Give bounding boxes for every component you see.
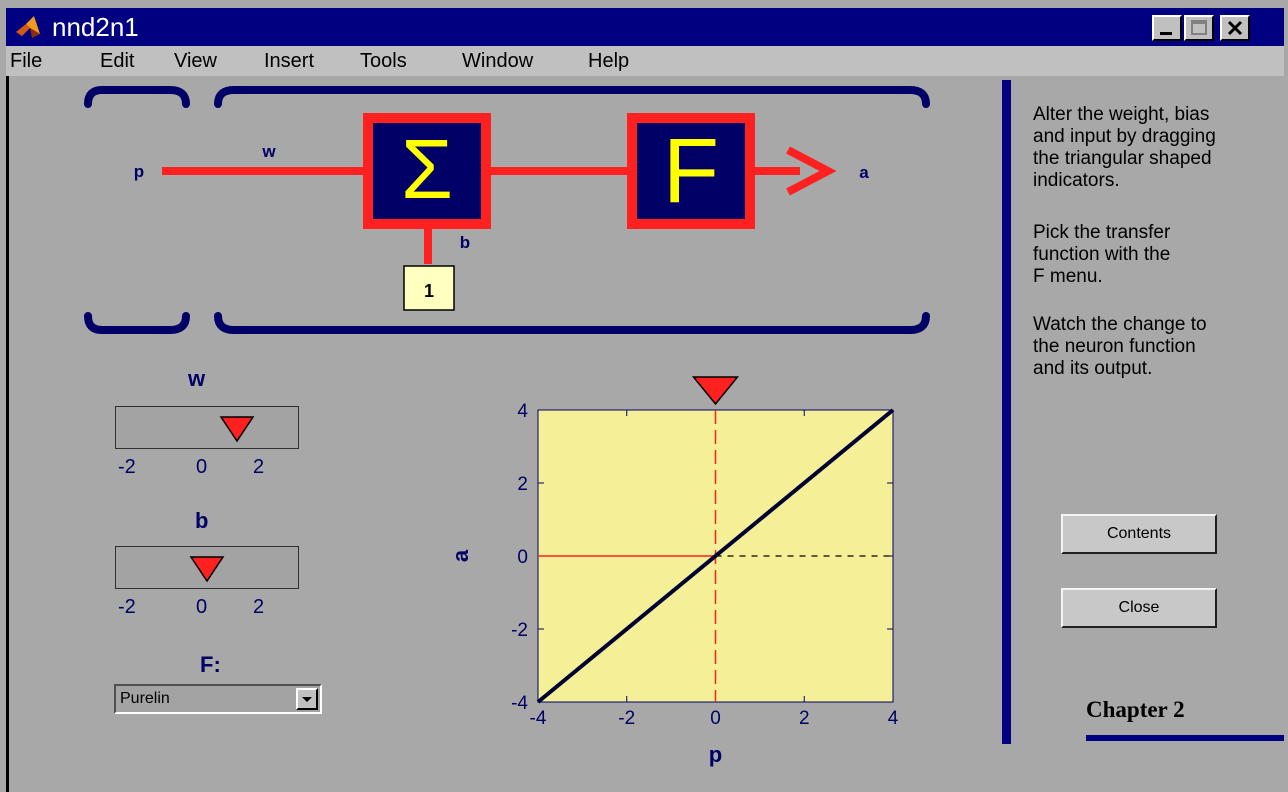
close-icon: [1227, 20, 1243, 36]
maximize-button[interactable]: [1184, 15, 1214, 41]
input-bracket: [84, 86, 190, 334]
menu-bar: File Edit View Insert Tools Window Help: [6, 46, 1284, 76]
minimize-icon: [1160, 32, 1172, 35]
menu-tools[interactable]: Tools: [360, 48, 407, 74]
bias-input-value: 1: [424, 281, 434, 301]
chapter-rule: [1086, 735, 1284, 741]
y-tick-label: -4: [511, 693, 528, 714]
y-tick-label: -2: [511, 620, 528, 641]
neuron-output-chart: -4 -2 0 2 4 4 2 0 -2 -4 p a: [448, 376, 899, 767]
input-marker-triangle: [691, 376, 740, 406]
contents-button[interactable]: Contents: [1061, 514, 1217, 554]
weight-slider-thumb[interactable]: [219, 415, 255, 443]
weight-tick-min: -2: [118, 456, 136, 478]
instruction-transfer: Pick the transfer function with the F me…: [1033, 222, 1171, 287]
minimize-button[interactable]: [1152, 15, 1182, 41]
instruction-watch: Watch the change to the neuron function …: [1033, 314, 1207, 379]
chapter-label: Chapter 2: [1086, 697, 1185, 722]
y-tick-label: 2: [517, 474, 528, 495]
y-axis-label: a: [448, 549, 473, 562]
x-tick-label: 4: [888, 708, 899, 729]
title-bar: nnd2n1: [6, 8, 1284, 46]
transfer-symbol: F: [663, 120, 719, 222]
window-title: nnd2n1: [52, 12, 139, 42]
panel-divider: [1002, 80, 1011, 744]
instruction-drag: Alter the weight, bias and input by drag…: [1033, 104, 1216, 191]
matlab-logo-icon: [16, 16, 40, 38]
neuron-diagram: Σ F 1 p w b a: [84, 86, 930, 334]
bias-tick-mid: 0: [196, 596, 208, 618]
bias-tick-min: -2: [118, 596, 136, 618]
close-button[interactable]: Close: [1061, 588, 1217, 628]
chevron-down-icon: [302, 697, 312, 702]
weight-label: w: [261, 142, 276, 161]
weight-slider[interactable]: [115, 406, 299, 449]
maximize-icon: [1191, 20, 1207, 35]
y-tick-label: 4: [517, 401, 528, 422]
dropdown-button[interactable]: [296, 688, 318, 710]
bias-label: b: [460, 233, 470, 252]
weight-slider-label: w: [188, 366, 206, 391]
menu-file[interactable]: File: [10, 48, 42, 74]
neuron-bracket: [214, 86, 930, 334]
transfer-function-select[interactable]: Purelin: [114, 684, 322, 714]
x-tick-label: 0: [710, 708, 721, 729]
weight-tick-mid: 0: [196, 456, 208, 478]
menu-edit[interactable]: Edit: [100, 48, 134, 74]
bias-tick-max: 2: [253, 596, 265, 618]
sum-symbol: Σ: [401, 122, 453, 216]
transfer-function-label: F:: [200, 652, 221, 677]
x-tick-label: -4: [530, 708, 547, 729]
bias-slider[interactable]: [115, 546, 299, 589]
x-axis-label: p: [709, 742, 722, 767]
transfer-function-value: Purelin: [120, 690, 170, 707]
output-label: a: [859, 163, 869, 182]
bias-slider-thumb[interactable]: [189, 555, 225, 583]
application-window: nnd2n1 File Edit View Insert Tools Windo…: [0, 0, 1288, 792]
y-tick-label: 0: [517, 547, 528, 568]
menu-view[interactable]: View: [174, 48, 217, 74]
weight-tick-max: 2: [253, 456, 265, 478]
menu-window[interactable]: Window: [462, 48, 533, 74]
menu-help[interactable]: Help: [588, 48, 629, 74]
x-tick-label: -2: [618, 708, 635, 729]
close-window-button[interactable]: [1220, 15, 1250, 41]
input-label: p: [134, 162, 144, 181]
x-tick-label: 2: [799, 708, 810, 729]
menu-insert[interactable]: Insert: [264, 48, 314, 74]
bias-slider-label: b: [195, 508, 209, 533]
